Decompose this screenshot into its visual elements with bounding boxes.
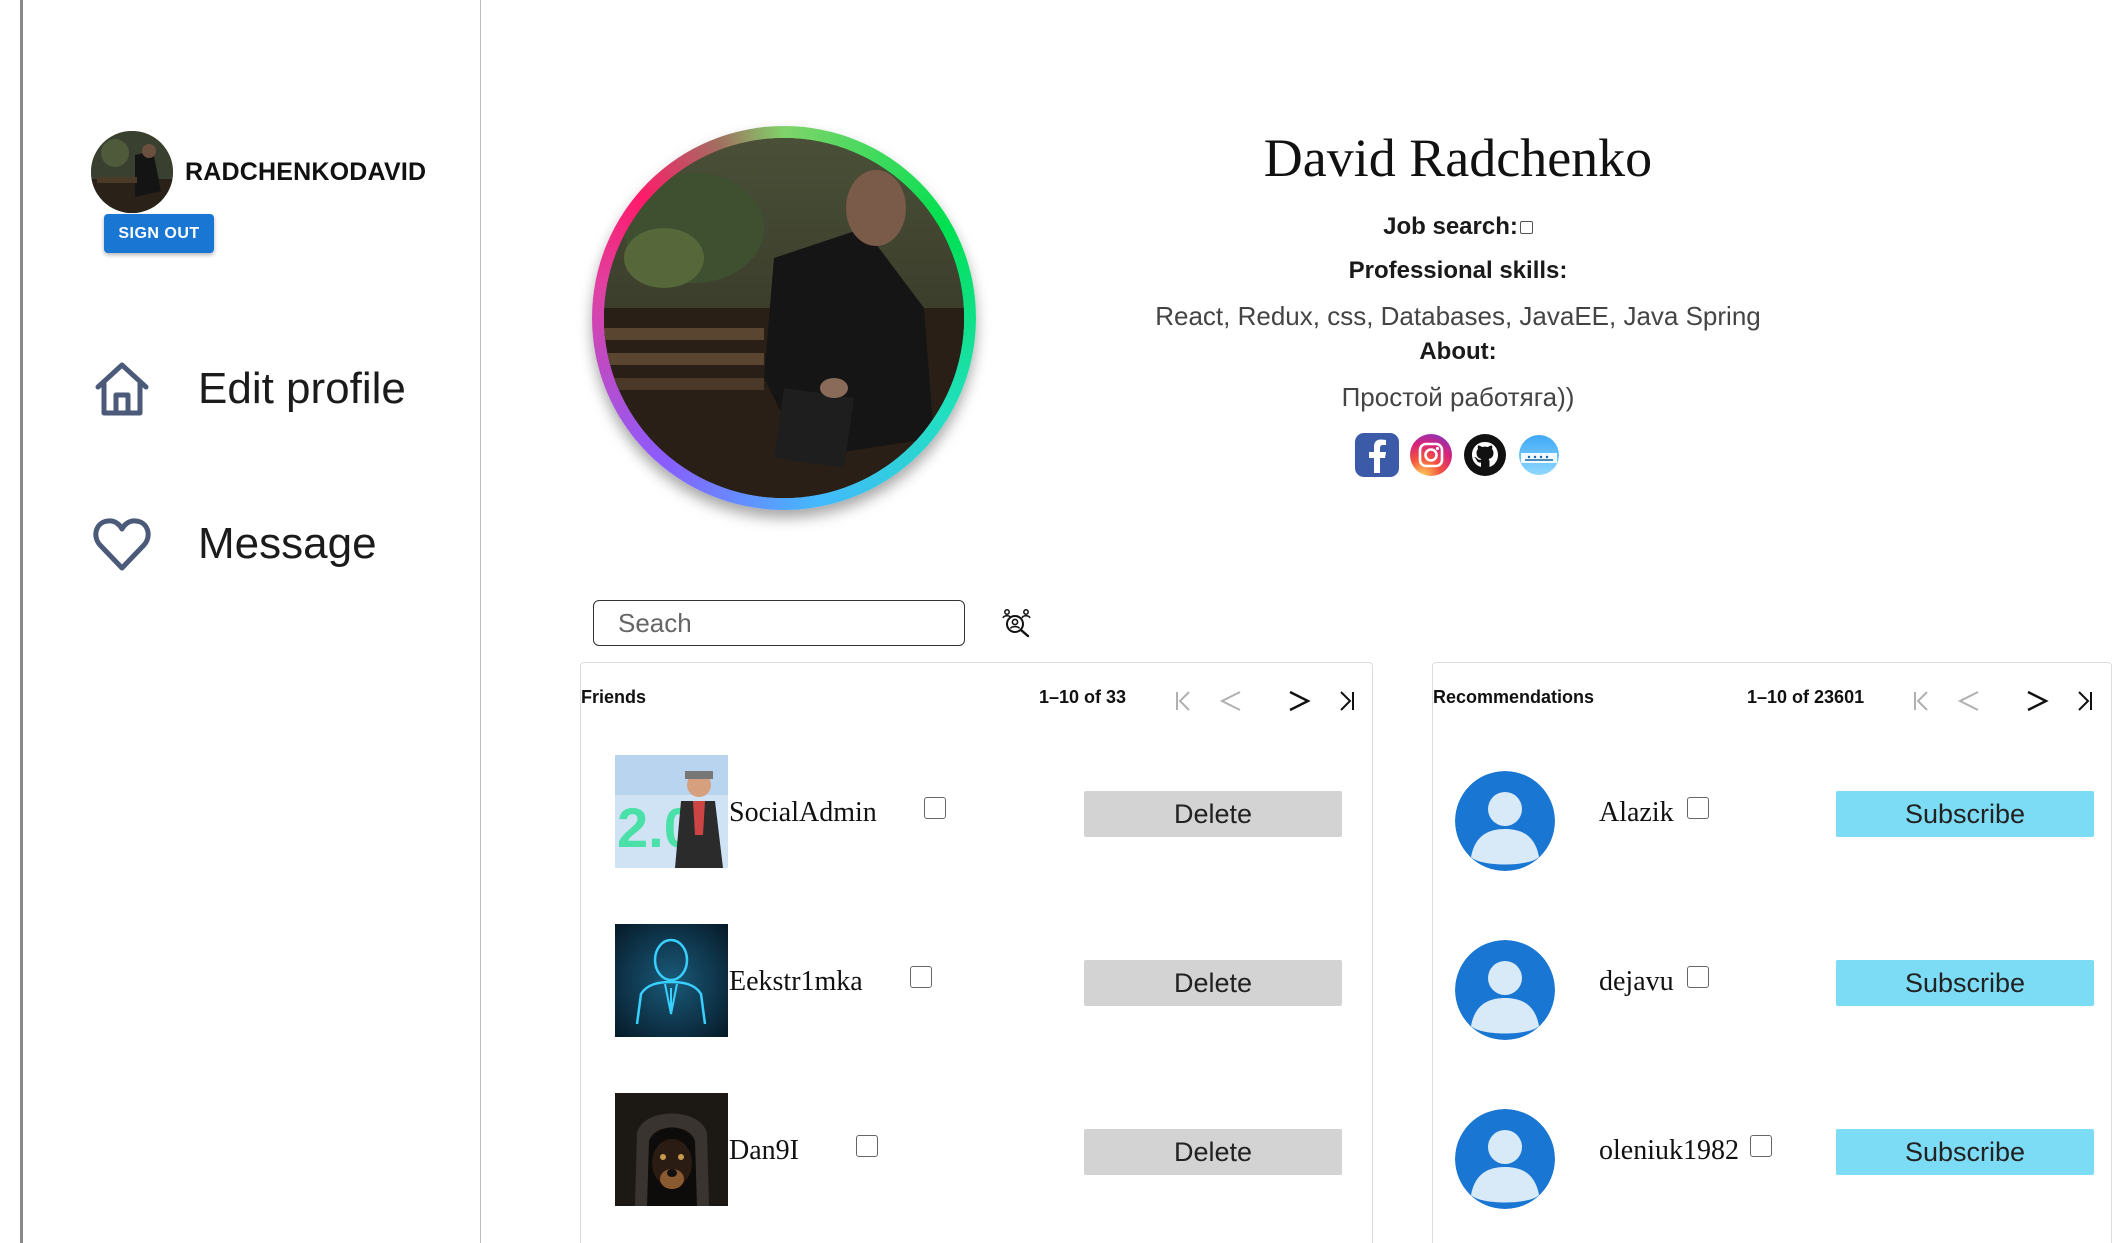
nav-message[interactable]: Message: [88, 510, 377, 578]
search-input[interactable]: [593, 600, 965, 646]
friends-pagination: [1163, 683, 1375, 719]
nav-message-label: Message: [198, 519, 377, 568]
profile-photo[interactable]: [604, 138, 964, 498]
list-item: Dan9I Delete: [581, 1093, 1372, 1213]
website-icon[interactable]: [1517, 433, 1561, 477]
profile-photo-ring: [592, 126, 976, 510]
job-search-row: Job search:: [1058, 213, 1858, 241]
recommendations-panel-header: Recommendations 1–10 of 23601: [1433, 663, 2111, 733]
next-page-icon[interactable]: [2017, 683, 2057, 719]
friend-name[interactable]: SocialAdmin: [729, 797, 877, 829]
recommendations-pagination: [1901, 683, 2113, 719]
default-avatar-icon[interactable]: [1455, 771, 1555, 871]
first-page-icon[interactable]: [1901, 683, 1941, 719]
github-icon[interactable]: [1463, 433, 1507, 477]
list-item: dejavu Subscribe: [1433, 924, 2111, 1044]
delete-friend-button[interactable]: Delete: [1084, 1129, 1342, 1175]
person-search-icon[interactable]: [1000, 606, 1034, 640]
recommendation-checkbox[interactable]: [1750, 1135, 1772, 1157]
username: RADCHENKODAVID: [185, 157, 427, 186]
friend-checkbox[interactable]: [856, 1135, 878, 1157]
subscribe-button[interactable]: Subscribe: [1836, 960, 2094, 1006]
friend-name[interactable]: Eekstr1mka: [729, 966, 863, 998]
friend-checkbox[interactable]: [924, 797, 946, 819]
nav-edit-profile-label: Edit profile: [198, 364, 406, 413]
skills-value: React, Redux, css, Databases, JavaEE, Ja…: [1155, 301, 1761, 331]
recommendation-name[interactable]: oleniuk1982: [1599, 1135, 1739, 1167]
next-page-icon[interactable]: [1279, 683, 1319, 719]
sign-out-button[interactable]: SIGN OUT: [104, 214, 214, 253]
recommendations-title: Recommendations: [1433, 687, 1595, 707]
recommendation-name[interactable]: dejavu: [1599, 966, 1674, 998]
friend-avatar[interactable]: [615, 1093, 728, 1206]
first-page-icon[interactable]: [1163, 683, 1203, 719]
recommendation-name[interactable]: Alazik: [1599, 797, 1674, 829]
prev-page-icon[interactable]: [1949, 683, 1989, 719]
delete-friend-button[interactable]: Delete: [1084, 960, 1342, 1006]
prev-page-icon[interactable]: [1211, 683, 1251, 719]
skills-label: Professional skills:: [1348, 257, 1568, 284]
job-search-checkbox[interactable]: [1519, 220, 1533, 234]
friends-panel-header: Friends 1–10 of 33: [581, 663, 1372, 733]
nav-edit-profile[interactable]: Edit profile: [88, 355, 406, 423]
recommendation-checkbox[interactable]: [1687, 966, 1709, 988]
last-page-icon[interactable]: [1327, 683, 1367, 719]
profile-full-name: David Radchenko: [1263, 128, 1653, 188]
heart-icon: [88, 510, 156, 578]
recommendations-pagination-range: 1–10 of 23601: [1747, 687, 1865, 707]
list-item: oleniuk1982 Subscribe: [1433, 1093, 2111, 1213]
list-item: Eekstr1mka Delete: [581, 924, 1372, 1044]
friend-avatar[interactable]: 2.0: [615, 755, 728, 868]
about-value: Простой работяга)): [1341, 382, 1575, 412]
delete-friend-button[interactable]: Delete: [1084, 791, 1342, 837]
avatar[interactable]: [91, 131, 173, 213]
friends-panel: Friends 1–10 of 33 2.0 SocialAdmin Delet…: [580, 662, 1373, 1243]
default-avatar-icon[interactable]: [1455, 940, 1555, 1040]
user-block: RADCHENKODAVID: [91, 131, 426, 213]
last-page-icon[interactable]: [2065, 683, 2105, 719]
home-icon: [88, 355, 156, 423]
default-avatar-icon[interactable]: [1455, 1109, 1555, 1209]
subscribe-button[interactable]: Subscribe: [1836, 791, 2094, 837]
friend-name[interactable]: Dan9I: [729, 1135, 799, 1167]
instagram-icon[interactable]: [1409, 433, 1453, 477]
list-item: 2.0 SocialAdmin Delete: [581, 755, 1372, 875]
recommendation-checkbox[interactable]: [1687, 797, 1709, 819]
window-left-border: [20, 0, 23, 1243]
sidebar-divider: [480, 0, 481, 1243]
friend-avatar[interactable]: [615, 924, 728, 1037]
recommendations-panel: Recommendations 1–10 of 23601 Alazik Sub…: [1432, 662, 2112, 1243]
friend-checkbox[interactable]: [910, 966, 932, 988]
facebook-icon[interactable]: [1355, 433, 1399, 477]
profile-info: David Radchenko Job search: Professional…: [1058, 125, 1858, 477]
list-item: Alazik Subscribe: [1433, 755, 2111, 875]
friends-pagination-range: 1–10 of 33: [1039, 687, 1127, 707]
about-label: About:: [1419, 338, 1497, 365]
social-links: [1058, 433, 1858, 477]
job-search-label: Job search:: [1383, 213, 1518, 240]
friends-title: Friends: [581, 687, 647, 707]
subscribe-button[interactable]: Subscribe: [1836, 1129, 2094, 1175]
